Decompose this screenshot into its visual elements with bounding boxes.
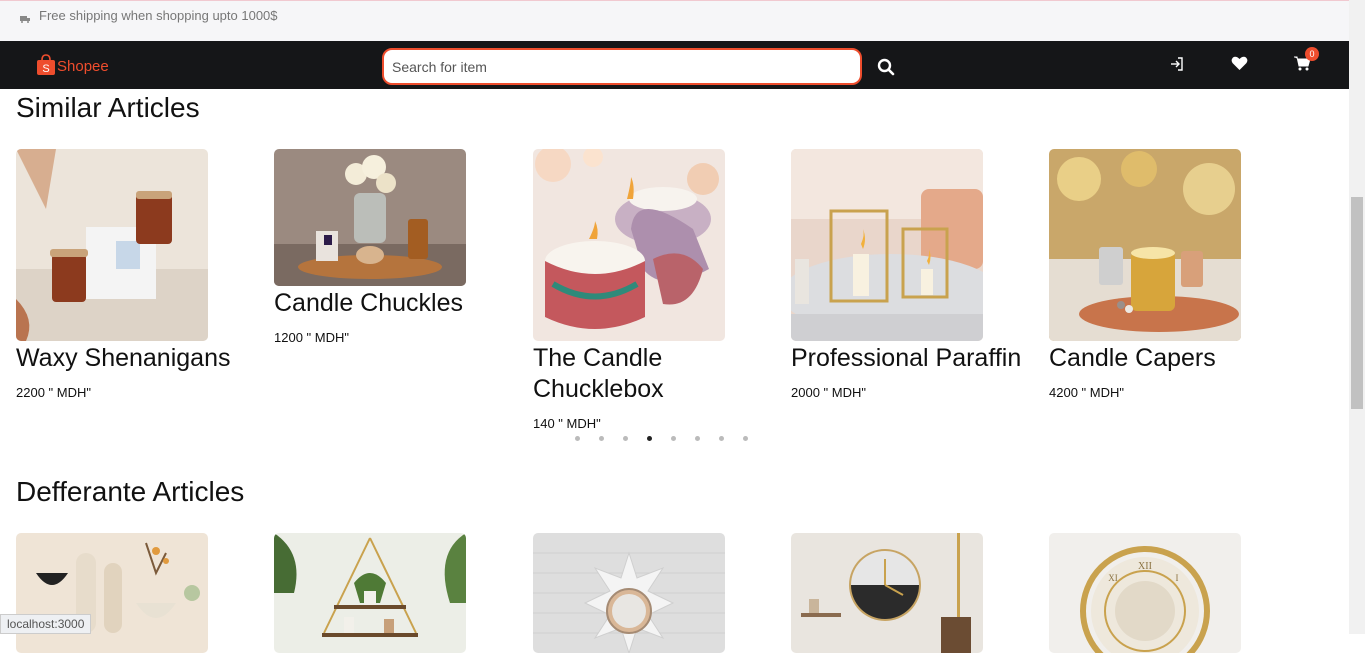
shipping-text: Free shipping when shopping upto 1000$ [39, 8, 278, 23]
cart-count-badge: 0 [1305, 47, 1319, 61]
product-image[interactable] [16, 533, 208, 653]
svg-text:XII: XII [1138, 561, 1152, 572]
product-price: 2000 " MDH" [791, 385, 866, 400]
search-input[interactable] [382, 48, 862, 85]
carousel-dot[interactable] [743, 436, 748, 441]
product-image[interactable] [791, 533, 983, 653]
product-image[interactable] [274, 533, 466, 653]
product-card[interactable] [274, 533, 514, 653]
truck-icon [20, 16, 30, 23]
sign-in-icon [1171, 56, 1183, 71]
shipping-banner: Free shipping when shopping upto 1000$ [0, 0, 1349, 41]
carousel-dot[interactable] [695, 436, 700, 441]
product-name[interactable]: Candle Capers [1049, 343, 1289, 374]
search-button[interactable] [874, 56, 898, 80]
svg-text:XI: XI [1108, 573, 1118, 583]
product-image[interactable] [791, 149, 983, 341]
product-image[interactable] [1049, 149, 1241, 341]
product-name[interactable]: The Candle Chucklebox [533, 343, 773, 405]
product-image[interactable] [533, 533, 725, 653]
login-button[interactable] [1167, 55, 1187, 75]
navbar: S Shopee 0 [0, 41, 1349, 89]
product-card[interactable]: XII XI I [1049, 533, 1289, 653]
browser-status-url: localhost:3000 [0, 614, 92, 634]
product-card[interactable]: Candle Chuckles 1200 " MDH" [274, 149, 514, 345]
shopee-logo[interactable]: S Shopee [36, 52, 109, 78]
carousel-dot[interactable] [599, 436, 604, 441]
carousel-dots [568, 434, 758, 444]
heart-icon [1231, 56, 1247, 70]
carousel-dot[interactable] [647, 436, 652, 441]
product-price: 4200 " MDH" [1049, 385, 1124, 400]
scrollbar-thumb[interactable] [1351, 197, 1363, 409]
product-card[interactable] [16, 533, 256, 653]
product-card[interactable] [791, 533, 1031, 653]
product-name[interactable]: Professional Paraffin [791, 343, 1031, 374]
product-card[interactable]: The Candle Chucklebox 140 " MDH" [533, 149, 773, 431]
product-price: 2200 " MDH" [16, 385, 91, 400]
product-name[interactable]: Candle Chuckles [274, 288, 514, 319]
product-image[interactable] [533, 149, 725, 341]
product-price: 1200 " MDH" [274, 330, 349, 345]
different-articles-title: Defferante Articles [16, 476, 245, 507]
product-image[interactable] [274, 149, 466, 286]
logo-text: Shopee [57, 58, 109, 75]
product-card[interactable]: Candle Capers 4200 " MDH" [1049, 149, 1289, 400]
product-card[interactable]: Professional Paraffin 2000 " MDH" [791, 149, 1031, 400]
page-scrollbar[interactable] [1349, 0, 1365, 634]
wishlist-button[interactable] [1229, 55, 1249, 75]
svg-text:S: S [42, 63, 49, 75]
shopping-bag-icon: S [37, 54, 55, 75]
carousel-dot[interactable] [575, 436, 580, 441]
similar-articles-title: Similar Articles [16, 92, 200, 123]
product-name[interactable]: Waxy Shenanigans [16, 343, 256, 374]
carousel-dot[interactable] [623, 436, 628, 441]
product-price: 140 " MDH" [533, 416, 601, 431]
product-image[interactable] [16, 149, 208, 341]
product-card[interactable]: Waxy Shenanigans 2200 " MDH" [16, 149, 256, 400]
product-card[interactable] [533, 533, 773, 653]
search-icon [877, 58, 895, 75]
svg-text:I: I [1176, 573, 1179, 583]
product-image[interactable]: XII XI I [1049, 533, 1241, 653]
carousel-dot[interactable] [719, 436, 724, 441]
carousel-dot[interactable] [671, 436, 676, 441]
